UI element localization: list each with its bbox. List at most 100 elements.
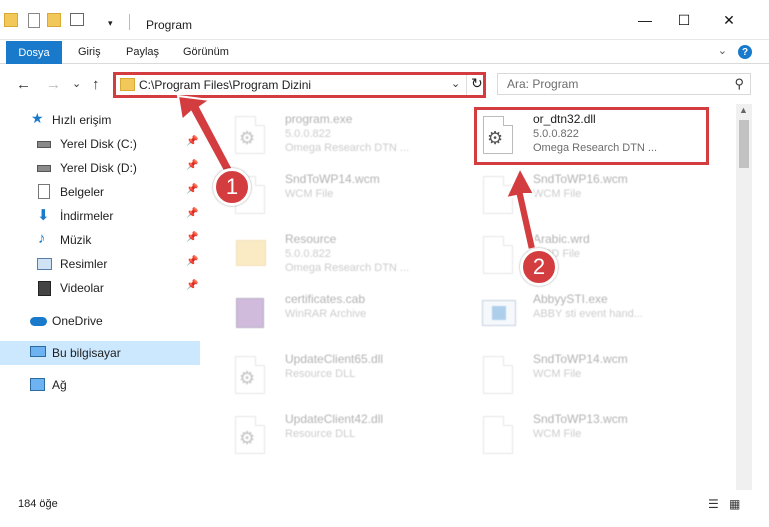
sidebar-item-downloads[interactable]: ⬇ İndirmeler 📌 [0, 204, 200, 228]
file-name: Resource [285, 232, 337, 246]
up-button[interactable]: ↑ [92, 76, 100, 93]
expand-ribbon-icon[interactable]: ⌄ [718, 44, 727, 57]
file-item[interactable]: AbbyySTI.exe ABBY sti event hand... [472, 286, 702, 342]
refresh-icon[interactable]: ↻ [471, 75, 483, 92]
network-icon [30, 378, 45, 391]
title-bar: ▾ Program — ☐ ✕ [0, 0, 769, 40]
scrollbar-thumb[interactable] [739, 120, 749, 168]
file-type: Resource DLL [285, 428, 356, 440]
vertical-scrollbar[interactable]: ▲ [736, 104, 752, 490]
file-description: Omega Research DTN ... [285, 142, 410, 154]
blank-file-icon [480, 234, 516, 276]
help-icon[interactable]: ? [738, 45, 752, 59]
file-item[interactable]: SndToWP16.wcm WCM File [472, 166, 702, 222]
search-input[interactable]: Ara: Program ⚲ [497, 73, 751, 95]
sidebar-item-videos[interactable]: Videolar 📌 [0, 276, 200, 300]
file-item[interactable]: SndToWP13.wcm WCM File [472, 406, 702, 462]
new-folder-icon[interactable] [47, 13, 61, 27]
properties-icon[interactable] [28, 13, 40, 28]
file-version: 5.0.0.822 [285, 128, 331, 140]
customize-toolbar-icon[interactable]: ▾ [108, 18, 113, 36]
file-item[interactable]: SndToWP14.wcm WCM File [224, 166, 454, 222]
file-type: WCM File [533, 428, 582, 440]
tab-home[interactable]: Giriş [78, 46, 101, 58]
documents-icon [38, 184, 50, 199]
sidebar-item-documents[interactable]: Belgeler 📌 [0, 180, 200, 204]
file-name: SndToWP14.wcm [533, 352, 628, 366]
blank-file-icon [480, 174, 516, 216]
sidebar-item-label: Yerel Disk (D:) [60, 161, 137, 175]
sidebar-item-local-disk-c[interactable]: Yerel Disk (C:) 📌 [0, 132, 200, 156]
chevron-down-icon[interactable]: ⌄ [451, 77, 460, 90]
tab-view[interactable]: Görünüm [183, 46, 229, 58]
address-path[interactable]: C:\Program Files\Program Dizini [139, 78, 311, 92]
file-description: Omega Research DTN ... [285, 262, 410, 274]
folder-icon [232, 234, 268, 276]
blank-file-icon [480, 414, 516, 456]
file-item[interactable]: ⚙ UpdateClient42.dll Resource DLL [224, 406, 454, 462]
file-item[interactable]: ⚙ UpdateClient65.dll Resource DLL [224, 346, 454, 402]
close-button[interactable]: ✕ [712, 9, 746, 31]
file-item[interactable]: Arabic.wrd WRD File [472, 226, 702, 282]
pin-icon: 📌 [186, 136, 199, 147]
file-type: WCM File [533, 368, 582, 380]
file-name: SndToWP14.wcm [285, 172, 380, 186]
dll-gear-icon: ⚙ [232, 414, 268, 456]
drive-icon [37, 165, 51, 172]
status-bar: 184 öğe ☰ ▦ [0, 490, 769, 527]
blank-file-icon [480, 354, 516, 396]
pin-icon: 📌 [186, 280, 199, 291]
file-type: WCM File [533, 188, 582, 200]
file-name: UpdateClient42.dll [285, 412, 384, 426]
sidebar-item-label: İndirmeler [60, 209, 114, 223]
sidebar-item-label: Yerel Disk (C:) [60, 137, 137, 151]
sidebar-item-onedrive[interactable]: OneDrive [0, 309, 200, 333]
sidebar-item-label: Ağ [52, 378, 67, 392]
sidebar-item-local-disk-d[interactable]: Yerel Disk (D:) 📌 [0, 156, 200, 180]
sidebar-item-label: Bu bilgisayar [52, 346, 121, 360]
tab-share[interactable]: Paylaş [126, 46, 159, 58]
sidebar-item-quick-access[interactable]: ★ Hızlı erişim [0, 108, 200, 132]
file-item[interactable]: ⚙ program.exe 5.0.0.822 Omega Research D… [224, 106, 454, 162]
address-bar[interactable]: C:\Program Files\Program Dizini ⌄ ↻ [113, 72, 486, 98]
forward-button[interactable]: → [46, 76, 61, 93]
item-count: 184 öğe [18, 498, 58, 510]
music-icon: ♪ [38, 230, 46, 247]
large-icons-view-icon[interactable]: ▦ [729, 497, 745, 511]
sidebar-item-pictures[interactable]: Resimler 📌 [0, 252, 200, 276]
file-name: Arabic.wrd [533, 232, 590, 246]
file-name: program.exe [285, 112, 353, 126]
folder-icon [120, 78, 135, 91]
file-name: SndToWP16.wcm [533, 172, 628, 186]
window-title: Program [146, 18, 193, 32]
file-name: AbbyySTI.exe [533, 292, 608, 306]
dll-gear-icon: ⚙ [232, 354, 268, 396]
highlight-box [474, 107, 709, 165]
app-icon [480, 294, 516, 336]
file-name: certificates.cab [285, 292, 366, 306]
sidebar-item-music[interactable]: ♪ Müzik 📌 [0, 228, 200, 252]
view-menu-icon[interactable] [70, 13, 84, 26]
star-icon: ★ [31, 110, 44, 126]
pin-icon: 📌 [186, 256, 199, 267]
address-separator [466, 75, 467, 95]
details-view-icon[interactable]: ☰ [708, 497, 724, 511]
archive-icon [232, 294, 268, 336]
file-name: SndToWP13.wcm [533, 412, 628, 426]
minimize-button[interactable]: — [628, 9, 662, 31]
pictures-icon [37, 258, 52, 270]
drive-icon [37, 141, 51, 148]
file-item[interactable]: SndToWP14.wcm WCM File [472, 346, 702, 402]
maximize-button[interactable]: ☐ [667, 9, 701, 31]
sidebar-item-this-pc[interactable]: Bu bilgisayar [0, 341, 200, 365]
search-icon[interactable]: ⚲ [734, 76, 744, 92]
scroll-up-icon[interactable]: ▲ [739, 105, 748, 115]
file-version: 5.0.0.822 [285, 248, 331, 260]
back-button[interactable]: ← [16, 76, 31, 93]
file-item[interactable]: Resource 5.0.0.822 Omega Research DTN ..… [224, 226, 454, 282]
recent-locations-button[interactable]: ⌄ [72, 77, 81, 90]
sidebar-item-network[interactable]: Ağ [0, 373, 200, 397]
file-type: Resource DLL [285, 368, 356, 380]
tab-file[interactable]: Dosya [6, 41, 62, 64]
file-item[interactable]: certificates.cab WinRAR Archive [224, 286, 454, 342]
